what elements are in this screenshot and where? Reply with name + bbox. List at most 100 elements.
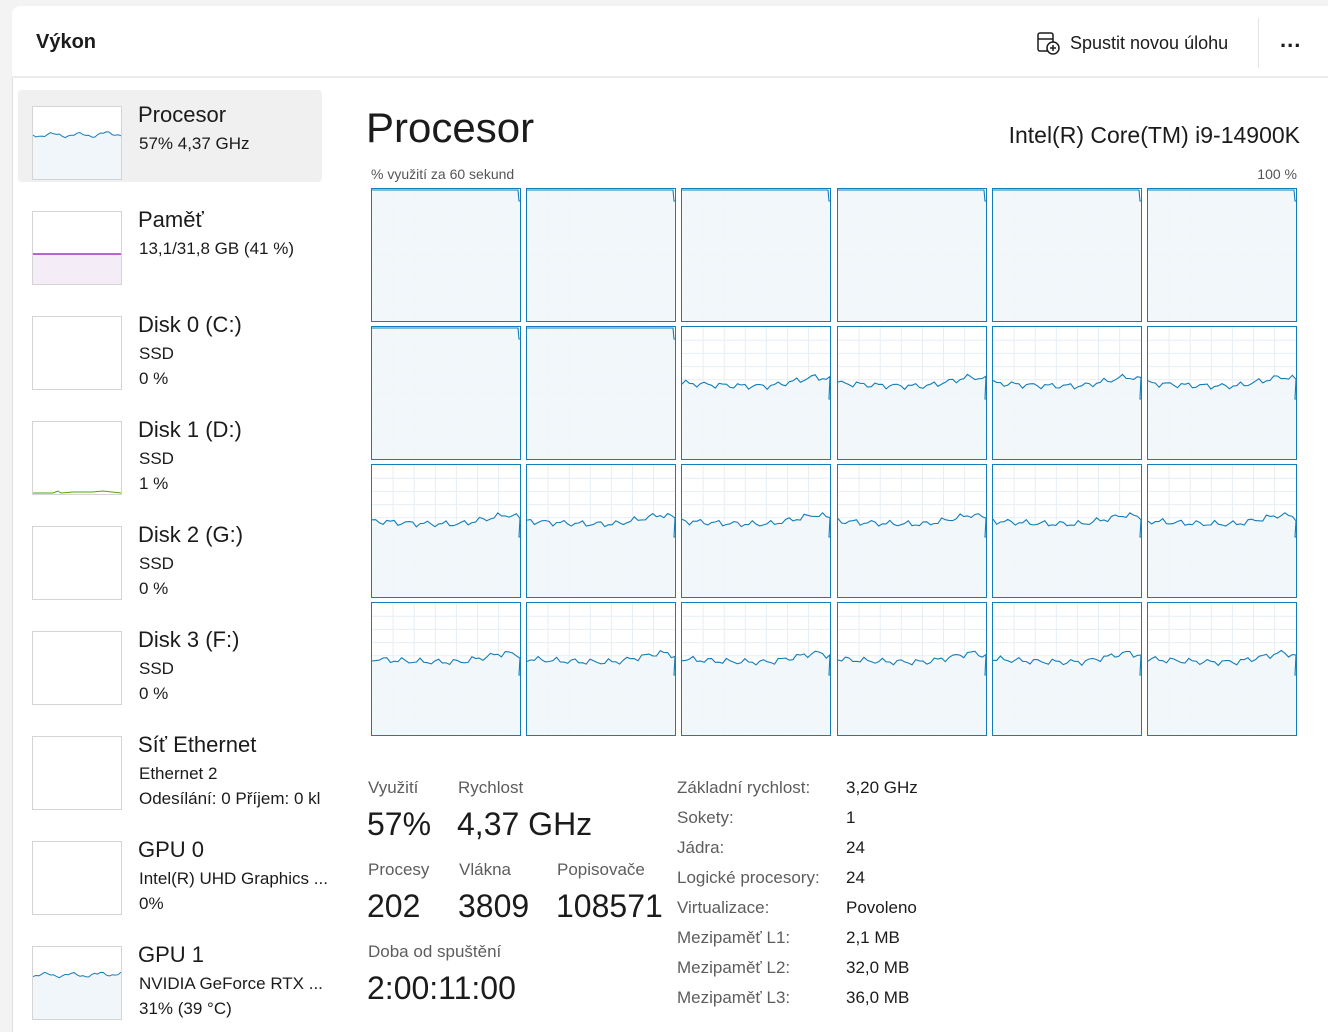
- sidebar-thumbnail-graph: [32, 631, 122, 705]
- graph-max-label: 100 %: [1257, 166, 1297, 182]
- core-usage-area: [372, 512, 520, 597]
- more-options-button[interactable]: ...: [1280, 29, 1312, 56]
- core-graph: [371, 326, 521, 460]
- sidebar-thumbnail-graph: [32, 526, 122, 600]
- core-graph: [991, 602, 1142, 736]
- sidebar-item-disk-2-g[interactable]: Disk 2 (G:) SSD 0 %: [18, 510, 322, 602]
- core-graph: [526, 326, 677, 460]
- sidebar-item-detail: 13,1/31,8 GB (41 %): [139, 239, 294, 258]
- core-graph: [526, 188, 677, 322]
- core-graph: [681, 602, 832, 736]
- sidebar-item-detail: SSD: [139, 659, 174, 678]
- core-graph: [371, 602, 521, 736]
- sidebar-item-disk-1-d[interactable]: Disk 1 (D:) SSD 1 %: [18, 405, 322, 497]
- base-speed-label: Základní rychlost:: [677, 778, 811, 797]
- header-divider: [1258, 18, 1259, 68]
- core-graph: [526, 602, 677, 736]
- core-graph: [836, 602, 987, 736]
- core-usage-area: [837, 190, 986, 321]
- core-usage-area: [837, 374, 986, 459]
- sidebar-thumbnail-graph: [32, 736, 122, 810]
- run-new-task-button[interactable]: Spustit novou úlohu: [1036, 26, 1228, 60]
- core-graph: [991, 326, 1142, 460]
- core-usage-area: [527, 513, 676, 597]
- thumbnail-line: [33, 490, 121, 494]
- sidebar-item-title: Disk 2 (G:): [138, 522, 244, 547]
- core-usage-area: [527, 328, 676, 459]
- core-usage-area: [837, 513, 986, 597]
- sidebar-item-pamet[interactable]: Paměť 13,1/31,8 GB (41 %): [18, 195, 322, 287]
- sidebar-item-detail-2: 31% (39 °C): [139, 999, 232, 1018]
- header-bar: Výkon Spustit novou úlohu ...: [12, 6, 1328, 78]
- sidebar-item-detail: NVIDIA GeForce RTX ...: [139, 974, 323, 993]
- core-usage-area: [682, 651, 831, 735]
- core-graph: [836, 326, 987, 460]
- sidebar-item-title: Procesor: [138, 102, 227, 127]
- sidebar-item-detail-2: 0 %: [139, 369, 169, 388]
- sidebar-item-title: GPU 1: [138, 942, 205, 967]
- core-graph: [681, 188, 832, 322]
- processes-value: 202: [367, 888, 421, 924]
- thumbnail-area: [33, 131, 121, 179]
- utilization-value: 57%: [367, 806, 432, 842]
- cores-label: Jádra:: [677, 838, 725, 857]
- sidebar-thumbnail-graph: [32, 946, 122, 1020]
- sidebar-item-detail: SSD: [139, 344, 174, 363]
- graph-caption: % využití za 60 sekund: [371, 166, 515, 182]
- sidebar-item-disk-3-f[interactable]: Disk 3 (F:) SSD 0 %: [18, 615, 322, 707]
- core-graph: [371, 464, 521, 598]
- sidebar-item-title: GPU 0: [138, 837, 205, 862]
- sidebar-item-detail-2: 1 %: [139, 474, 169, 493]
- sidebar-item-title: Paměť: [138, 207, 204, 232]
- base-speed-value: 3,20 GHz: [846, 778, 918, 797]
- sidebar-item-procesor[interactable]: Procesor 57% 4,37 GHz: [18, 90, 322, 182]
- core-graph: [991, 188, 1142, 322]
- sidebar-item-detail: Ethernet 2: [139, 764, 218, 783]
- core-graph: [836, 464, 987, 598]
- core-usage-area: [992, 190, 1141, 321]
- sidebar-item-gpu-1[interactable]: GPU 1 NVIDIA GeForce RTX ... 31% (39 °C): [18, 930, 323, 1022]
- sidebar-item-detail-2: 0%: [139, 894, 164, 913]
- core-graph: [371, 188, 521, 322]
- cpu-model-name: Intel(R) Core(TM) i9-14900K: [1008, 122, 1300, 148]
- core-graph: [1147, 464, 1297, 598]
- core-graph: [1147, 326, 1297, 460]
- handles-value: 108571: [556, 888, 663, 924]
- core-usage-area: [1148, 375, 1296, 459]
- sidebar-item-title: Disk 1 (D:): [138, 417, 242, 442]
- sidebar-item-detail: SSD: [139, 554, 174, 573]
- uptime-label: Doba od spuštění: [368, 942, 502, 961]
- sidebar-thumbnail-graph: [32, 316, 122, 390]
- core-graph: [991, 464, 1142, 598]
- core-usage-area: [372, 651, 520, 735]
- sidebar-thumbnail-graph: [32, 421, 122, 495]
- sidebar-item-detail: 57% 4,37 GHz: [139, 134, 250, 153]
- core-graph: [836, 188, 987, 322]
- run-new-task-label: Spustit novou úlohu: [1070, 32, 1229, 53]
- thumbnail-area: [33, 972, 121, 1019]
- sidebar-item-title: Disk 3 (F:): [138, 627, 240, 652]
- speed-label: Rychlost: [458, 778, 524, 797]
- core-graph: [681, 326, 832, 460]
- sidebar: Procesor 57% 4,37 GHz Paměť 13,1/31,8 GB (4…: [18, 90, 330, 1030]
- core-usage-area: [682, 190, 831, 321]
- core-graph: [681, 464, 832, 598]
- sidebar-item-gpu-0[interactable]: GPU 0 Intel(R) UHD Graphics ... 0%: [18, 825, 328, 917]
- core-usage-area: [372, 190, 520, 321]
- sidebar-item-disk-0-c[interactable]: Disk 0 (C:) SSD 0 %: [18, 300, 322, 392]
- l3-cache-label: Mezipaměť L3:: [677, 988, 791, 1007]
- thumbnail-area: [33, 254, 121, 284]
- sidebar-item-detail: Intel(R) UHD Graphics ...: [139, 869, 328, 888]
- core-usage-area: [372, 328, 520, 459]
- sidebar-item-detail-2: Odesílání: 0 Příjem: 0 kl: [139, 789, 321, 808]
- logical-processors-value: 24: [846, 868, 865, 887]
- sidebar-item-detail-2: 0 %: [139, 579, 169, 598]
- sidebar-thumbnail-graph: [32, 841, 122, 915]
- sidebar-item-sit-ethernet[interactable]: Síť Ethernet Ethernet 2 Odesílání: 0 Příje…: [18, 720, 322, 812]
- l3-cache-value: 36,0 MB: [846, 988, 910, 1007]
- processes-label: Procesy: [368, 860, 430, 879]
- threads-value: 3809: [458, 888, 530, 924]
- cpu-core-graph-grid[interactable]: [371, 188, 1297, 736]
- logical-processors-label: Logické procesory:: [677, 868, 820, 887]
- sidebar-thumbnail-graph: [32, 211, 122, 285]
